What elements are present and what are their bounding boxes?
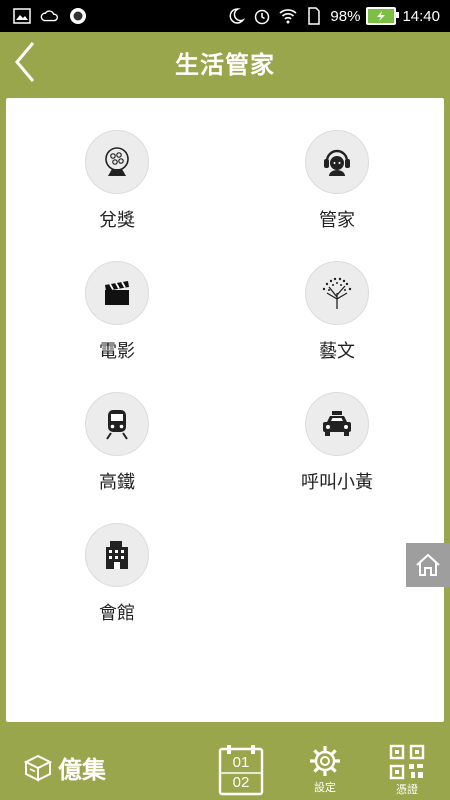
lottery-icon-circle [85,130,149,194]
battery-icon [366,7,400,25]
moon-icon [226,6,246,26]
menu-item-arts[interactable]: 藝文 [277,261,397,371]
tree-icon [322,277,352,309]
menu-item-label: 管家 [319,210,355,231]
home-icon [416,553,440,576]
clapperboard-icon-circle [85,261,149,325]
status-bar: 98% 14:40 [0,0,450,32]
building-icon [106,541,128,569]
content-area: 兌獎 管家 電影 藝文 高鐵 呼叫小黃 會館 [0,92,450,740]
train-icon-circle [85,392,149,456]
menu-item-label: 藝文 [319,341,355,362]
menu-item-hsr[interactable]: 高鐵 [57,392,177,502]
calendar-bottom-number: 02 [232,774,250,791]
cloud-icon [40,6,60,26]
qr-code-icon [389,744,425,780]
home-button[interactable] [406,543,450,587]
taxi-icon [323,411,351,436]
menu-item-butler[interactable]: 管家 [277,130,397,240]
back-button[interactable] [8,40,42,84]
headset-icon [324,149,350,176]
calendar-top-number: 01 [232,754,250,771]
chevron-left-icon [15,42,35,82]
taxi-icon-circle [305,392,369,456]
page-title: 生活管家 [175,50,275,79]
image-icon [12,6,32,26]
alarm-icon [252,6,272,26]
menu-item-taxi[interactable]: 呼叫小黃 [277,392,397,502]
settings-button[interactable]: 設定 [300,744,350,798]
clock-time: 14:40 [402,7,440,25]
gear-icon [310,746,340,776]
headset-icon-circle [305,130,369,194]
menu-item-label: 呼叫小黃 [301,472,373,493]
clapperboard-icon [105,281,129,305]
brand-logo[interactable]: 億集 [22,750,106,785]
building-icon-circle [85,523,149,587]
settings-label: 設定 [314,781,336,794]
menu-item-clubhouse[interactable]: 會館 [57,523,177,633]
brand-name: 億集 [58,756,106,784]
bottom-navigation: 億集 01 02 設定 憑證 [0,740,450,800]
wifi-icon [278,6,298,26]
sim-icon [304,6,324,26]
app-header: 生活管家 [0,32,450,92]
battery-percent: 98% [330,7,361,25]
qr-code-button[interactable]: 憑證 [382,744,432,798]
lottery-icon [105,147,129,176]
tree-icon-circle [305,261,369,325]
record-icon [68,6,88,26]
menu-item-movie[interactable]: 電影 [57,261,177,371]
box-icon [23,754,53,782]
qr-label: 憑證 [396,783,418,796]
menu-item-label: 會館 [99,603,135,624]
menu-item-label: 電影 [99,341,135,362]
menu-item-lottery[interactable]: 兌獎 [57,130,177,240]
train-icon [106,410,128,440]
menu-item-label: 高鐵 [99,472,135,493]
menu-panel: 兌獎 管家 電影 藝文 高鐵 呼叫小黃 會館 [6,98,444,722]
calendar-button[interactable]: 01 02 [218,744,264,796]
menu-item-label: 兌獎 [99,210,135,231]
